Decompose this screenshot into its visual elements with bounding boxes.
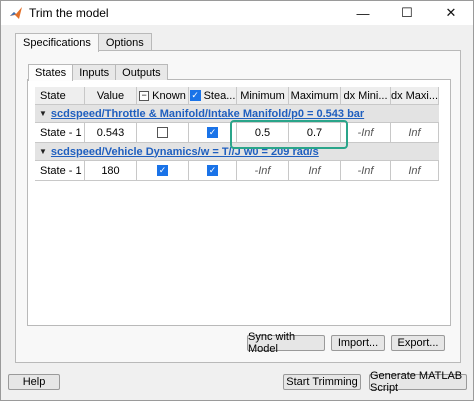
trim-dialog-window: Trim the model — ☐ ✕ Specifications Opti… [0, 0, 474, 401]
known-toggle-icon[interactable]: − [139, 90, 150, 101]
value-cell[interactable]: 0.543 [85, 123, 137, 142]
group-link-vehicle-dynamics[interactable]: scdspeed/Vehicle Dynamics/w = T//J w0 = … [51, 146, 319, 158]
collapse-triangle-icon[interactable]: ▼ [39, 147, 47, 156]
header-steady-label: Stea... [203, 89, 236, 102]
tab-specifications[interactable]: Specifications [15, 33, 99, 52]
header-known[interactable]: − Known [137, 87, 189, 104]
known-checkbox[interactable]: ✓ [157, 165, 168, 176]
title-bar: Trim the model — ☐ ✕ [1, 1, 473, 25]
maximize-button[interactable]: ☐ [385, 1, 429, 25]
start-trimming-button[interactable]: Start Trimming [283, 374, 361, 390]
maximum-cell[interactable]: 0.7 [289, 123, 341, 142]
matlab-icon [9, 6, 23, 20]
generate-matlab-script-button[interactable]: Generate MATLAB Script [369, 370, 467, 394]
header-dx-max: dx Maxi... [391, 87, 439, 104]
state-cell: State - 1 [35, 161, 85, 180]
window-title: Trim the model [29, 6, 109, 20]
tab-inputs[interactable]: Inputs [72, 64, 117, 80]
sync-with-model-button[interactable]: Sync with Model [247, 331, 325, 355]
minimize-button[interactable]: — [341, 1, 385, 25]
state-cell: State - 1 [35, 123, 85, 142]
tab-outputs[interactable]: Outputs [115, 64, 168, 80]
value-cell[interactable]: 180 [85, 161, 137, 180]
dx-max-cell[interactable]: Inf [391, 161, 439, 180]
dx-max-cell[interactable]: Inf [391, 123, 439, 142]
tab-options[interactable]: Options [97, 33, 152, 51]
header-value: Value [85, 87, 137, 104]
steady-cell: ✓ [189, 123, 237, 142]
group-row-vehicle-dynamics[interactable]: ▼ scdspeed/Vehicle Dynamics/w = T//J w0 … [35, 143, 439, 161]
header-minimum: Minimum [237, 87, 289, 104]
inner-tab-strip: States Inputs Outputs [28, 64, 168, 81]
table-row: State - 1 0.543 ✓ 0.5 0.7 -Inf Inf [35, 123, 439, 143]
header-state: State [35, 87, 85, 104]
steady-cell: ✓ [189, 161, 237, 180]
group-link-intake-manifold[interactable]: scdspeed/Throttle & Manifold/Intake Mani… [51, 108, 364, 120]
import-button[interactable]: Import... [331, 335, 385, 351]
steady-checkbox[interactable]: ✓ [207, 165, 218, 176]
outer-tab-strip: Specifications Options [15, 33, 152, 52]
table-row: State - 1 180 ✓ ✓ -Inf Inf -Inf Inf [35, 161, 439, 181]
close-button[interactable]: ✕ [429, 1, 473, 25]
minimum-cell[interactable]: -Inf [237, 161, 289, 180]
header-dx-min: dx Mini... [341, 87, 391, 104]
collapse-triangle-icon[interactable]: ▼ [39, 109, 47, 118]
known-checkbox[interactable] [157, 127, 168, 138]
dx-min-cell[interactable]: -Inf [341, 161, 391, 180]
tab-states[interactable]: States [28, 64, 74, 81]
group-row-intake-manifold[interactable]: ▼ scdspeed/Throttle & Manifold/Intake Ma… [35, 105, 439, 123]
header-steady[interactable]: ✓ Stea... [189, 87, 237, 104]
steady-check-icon[interactable]: ✓ [189, 90, 201, 101]
header-known-label: Known [152, 89, 186, 102]
known-cell [137, 123, 189, 142]
maximum-cell[interactable]: Inf [289, 161, 341, 180]
states-table: State Value − Known ✓ Stea... Minimum Ma… [35, 87, 439, 181]
dx-min-cell[interactable]: -Inf [341, 123, 391, 142]
minimum-cell[interactable]: 0.5 [237, 123, 289, 142]
export-button[interactable]: Export... [391, 335, 445, 351]
known-cell: ✓ [137, 161, 189, 180]
steady-checkbox[interactable]: ✓ [207, 127, 218, 138]
table-header: State Value − Known ✓ Stea... Minimum Ma… [35, 87, 439, 105]
header-maximum: Maximum [289, 87, 341, 104]
help-button[interactable]: Help [8, 374, 60, 390]
